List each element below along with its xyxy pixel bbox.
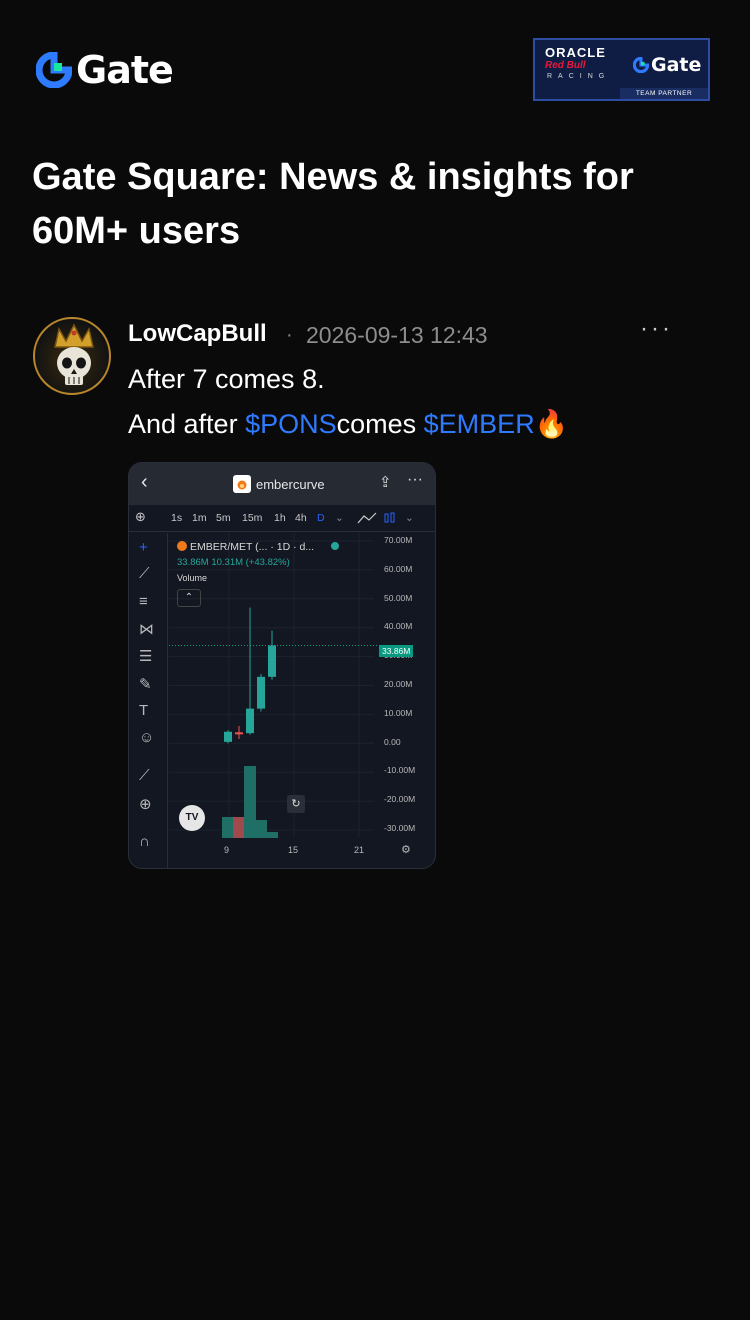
collapse-button: ⌃ xyxy=(177,589,201,607)
post-text-middle: comes xyxy=(336,409,424,439)
current-price-tag: 33.86M xyxy=(379,645,414,657)
gate-logo-icon xyxy=(36,52,72,88)
ticker-tag-pons[interactable]: $PONS xyxy=(245,409,337,439)
add-indicator-icon: ⊕ xyxy=(135,509,146,524)
ticker-tag-ember[interactable]: $EMBER xyxy=(424,409,535,439)
redbull-text: Red Bull xyxy=(545,60,586,71)
page-headline: Gate Square: News & insights for 60M+ us… xyxy=(32,156,634,252)
drawing-toolbar: + ⟋ ≡ ⋈ ☰ ✎ T ☺ ⟋ ⊕ ∩ xyxy=(129,533,168,868)
team-partner-label: TEAM PARTNER xyxy=(620,88,708,99)
volume-bar xyxy=(222,817,234,838)
share-icon: ⇪ xyxy=(379,474,392,491)
y-tick: 50.00M xyxy=(384,593,413,603)
post-text-prefix: And after xyxy=(128,409,246,439)
projection-icon: ☰ xyxy=(139,648,153,665)
symbol-text: EMBER/MET (... · 1D · d... xyxy=(190,541,315,553)
x-tick: 9 xyxy=(224,845,230,855)
skull-crown-icon xyxy=(54,323,94,385)
fib-icon: ≡ xyxy=(139,593,148,610)
emoji-icon: ☺ xyxy=(139,729,155,746)
avatar[interactable] xyxy=(33,317,111,395)
timeframe-bar: ⊕ 1s 1m 5m 15m 1h 4h D ⌄ ⌄ xyxy=(129,505,435,532)
timeframe-1m: 1m xyxy=(192,512,207,524)
price-legend: 33.86M 10.31M (+43.82%) xyxy=(177,557,290,568)
magnet-icon: ∩ xyxy=(139,833,150,850)
header: Gate ORACLE Red Bull RACING Gate TEAM PA… xyxy=(0,0,750,130)
candle-body xyxy=(268,645,276,677)
settings-gear-icon: ⚙ xyxy=(401,844,411,856)
chevron-down-icon-2: ⌄ xyxy=(405,512,414,524)
post-image-chart-screenshot[interactable]: ‹ embercurve ⇪ ··· ⊕ 1s 1m 5m 15m 1h 4h … xyxy=(128,462,436,869)
y-tick: 40.00M xyxy=(384,621,413,631)
status-dot-icon xyxy=(331,542,339,550)
brush-icon: ✎ xyxy=(139,676,152,693)
symbol-legend: EMBER/MET (... · 1D · d... xyxy=(177,541,339,553)
post-text-line-1: After 7 comes 8. xyxy=(128,364,325,394)
timeframe-1h: 1h xyxy=(274,512,286,524)
racing-text: RACING xyxy=(547,73,611,80)
back-arrow-icon: ‹ xyxy=(141,471,148,493)
y-tick: 20.00M xyxy=(384,679,413,689)
timeframe-5m: 5m xyxy=(216,512,231,524)
candlestick-chart xyxy=(169,533,377,838)
post-timestamp: 2026-09-13 12:43 xyxy=(306,322,488,348)
ember-app-icon xyxy=(233,475,251,493)
screenshot-top-bar: ‹ embercurve ⇪ ··· xyxy=(129,463,435,505)
partner-gate-logo: Gate xyxy=(633,54,701,76)
ruler-icon: ⟋ xyxy=(139,767,150,784)
chart-pane: EMBER/MET (... · 1D · d... 33.86M 10.31M… xyxy=(169,533,435,868)
fire-emoji-icon: 🔥 xyxy=(534,409,569,439)
candle-body xyxy=(235,732,243,735)
y-tick: -30.00M xyxy=(384,823,416,833)
zoom-icon: ⊕ xyxy=(139,796,152,813)
reset-chart-icon: ↻ xyxy=(287,795,305,813)
symbol-icon xyxy=(177,541,187,551)
screenshot-app-title: embercurve xyxy=(233,475,325,493)
volume-bar xyxy=(266,832,278,838)
line-chart-icon xyxy=(357,512,377,524)
candle-body xyxy=(257,676,265,709)
chevron-down-icon: ⌄ xyxy=(335,512,344,524)
gate-logo[interactable]: Gate xyxy=(36,48,174,92)
team-partner-badge: ORACLE Red Bull RACING Gate TEAM PARTNER xyxy=(533,38,710,101)
candle-type-icon xyxy=(384,512,395,523)
x-tick: 21 xyxy=(354,845,365,855)
text-icon: T xyxy=(139,702,149,719)
timeframe-4h: 4h xyxy=(295,512,307,524)
candle-body xyxy=(224,731,232,742)
meta-separator: · xyxy=(286,324,293,346)
trendline-icon: ⟋ xyxy=(139,565,150,582)
post-author[interactable]: LowCapBull xyxy=(128,320,267,348)
y-tick: 0.00 xyxy=(384,737,401,747)
partner-gate-text: Gate xyxy=(651,54,702,76)
y-tick: 10.00M xyxy=(384,708,413,718)
candle-body xyxy=(246,708,254,734)
y-tick: -10.00M xyxy=(384,765,416,775)
volume-bar xyxy=(244,766,256,838)
app-title-text: embercurve xyxy=(256,476,325,492)
oracle-text: ORACLE xyxy=(545,45,606,60)
timeframe-d: D xyxy=(317,512,325,524)
pattern-icon: ⋈ xyxy=(139,621,154,638)
gate-logo-text: Gate xyxy=(76,48,174,92)
menu-dots-icon: ··· xyxy=(407,471,423,488)
more-options-button[interactable]: ··· xyxy=(640,315,673,343)
x-tick: 15 xyxy=(288,845,299,855)
volume-label: Volume xyxy=(177,573,208,583)
volume-bar xyxy=(233,817,245,838)
y-tick: 70.00M xyxy=(384,535,413,545)
y-tick: 60.00M xyxy=(384,564,413,574)
volume-bar xyxy=(255,820,267,838)
tradingview-logo: TV xyxy=(179,805,205,831)
timeframe-15m: 15m xyxy=(242,512,263,524)
crosshair-icon: + xyxy=(139,539,148,556)
post-text-line-2: And after $PONScomes $EMBER🔥 xyxy=(128,408,568,440)
partner-gate-icon xyxy=(633,57,649,73)
timeframe-1s: 1s xyxy=(171,512,183,524)
y-tick: -20.00M xyxy=(384,794,416,804)
